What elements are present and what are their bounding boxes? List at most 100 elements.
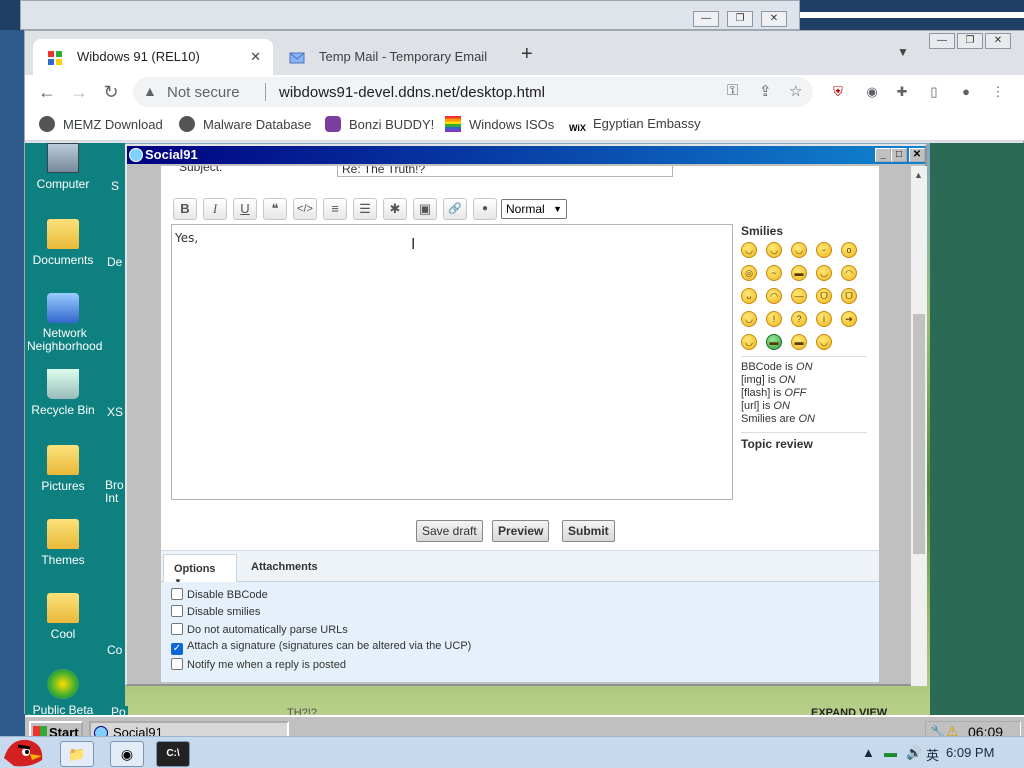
smiley-icon[interactable]: ~: [766, 265, 782, 281]
smiley-icon[interactable]: ᵕ: [816, 242, 832, 258]
volume-icon[interactable]: 🔊: [906, 745, 922, 761]
quote-button[interactable]: ❝: [263, 198, 287, 220]
maximize-icon[interactable]: □: [891, 148, 907, 162]
smiley-icon[interactable]: ᴗ: [741, 288, 757, 304]
close-icon[interactable]: ✕: [985, 33, 1011, 49]
no-parse-urls-checkbox[interactable]: Do not automatically parse URLs: [171, 623, 348, 636]
submit-button[interactable]: Submit: [562, 520, 615, 542]
tab-close-icon[interactable]: ✕: [250, 49, 261, 65]
numbered-list-button[interactable]: ☰: [353, 198, 377, 220]
ublock-shield-icon[interactable]: ⛨: [829, 83, 847, 101]
link-button[interactable]: 🔗: [443, 198, 467, 220]
desktop-icon-themes[interactable]: Themes: [25, 519, 101, 567]
desktop-icon-recycle-bin[interactable]: Recycle Bin: [25, 369, 101, 417]
list-item-button[interactable]: ✱: [383, 198, 407, 220]
close-icon[interactable]: ✕: [909, 148, 925, 162]
host-clock[interactable]: 6:09 PM: [946, 745, 994, 760]
smiley-icon[interactable]: ◡: [816, 334, 832, 350]
bookmark-star-icon[interactable]: ☆: [789, 82, 802, 100]
checkbox[interactable]: [171, 658, 183, 670]
chrome-icon[interactable]: ◉: [110, 741, 144, 767]
smiley-icon[interactable]: ?: [791, 311, 807, 327]
underline-button[interactable]: U: [233, 198, 257, 220]
bookmark-bonzi[interactable]: Bonzi BUDDY!: [325, 116, 434, 132]
maximize-icon[interactable]: ❐: [727, 11, 753, 27]
color-button[interactable]: ●: [473, 198, 497, 220]
checkbox[interactable]: [171, 588, 183, 600]
window-titlebar[interactable]: Social91 _ □ ✕: [127, 146, 925, 164]
battery-icon[interactable]: ▬: [884, 745, 897, 760]
smiley-icon[interactable]: ▬: [766, 334, 782, 350]
tab-search-chevron-icon[interactable]: ▼: [897, 45, 909, 59]
tab-wibdows91[interactable]: Wibdows 91 (REL10) ✕: [33, 39, 273, 75]
tab-temp-mail[interactable]: Temp Mail - Temporary Email: [275, 39, 507, 75]
desktop-icon-documents[interactable]: Documents: [25, 219, 101, 267]
smiley-icon[interactable]: ▬: [791, 265, 807, 281]
checkbox-checked[interactable]: ✓: [171, 643, 183, 655]
url-text[interactable]: wibdows91-devel.ddns.net/desktop.html: [279, 84, 545, 101]
attach-signature-checkbox[interactable]: ✓ Attach a signature (signatures can be a…: [171, 640, 471, 655]
file-explorer-icon[interactable]: 📁: [60, 741, 94, 767]
minimize-icon[interactable]: —: [693, 11, 719, 27]
code-button[interactable]: </>: [293, 198, 317, 220]
disable-bbcode-checkbox[interactable]: Disable BBCode: [171, 588, 268, 601]
smiley-icon[interactable]: ◡: [741, 242, 757, 258]
smiley-icon[interactable]: i: [816, 311, 832, 327]
smiley-icon[interactable]: ᗜ: [841, 288, 857, 304]
vertical-scrollbar[interactable]: ▲: [911, 166, 927, 686]
bold-button[interactable]: B: [173, 198, 197, 220]
warning-triangle-icon[interactable]: ▲: [143, 83, 157, 99]
list-button[interactable]: ≡: [323, 198, 347, 220]
new-tab-button[interactable]: +: [521, 43, 533, 66]
desktop-icon-cool[interactable]: Cool: [25, 593, 101, 641]
smiley-icon[interactable]: ◠: [766, 288, 782, 304]
smiley-icon[interactable]: ◡: [791, 242, 807, 258]
smiley-icon[interactable]: ◎: [741, 265, 757, 281]
share-icon[interactable]: ⇪: [759, 82, 772, 100]
tab-attachments[interactable]: Attachments: [251, 561, 318, 573]
smiley-icon[interactable]: !: [766, 311, 782, 327]
scrollbar-thumb[interactable]: [913, 314, 925, 554]
extension-flag-icon[interactable]: ◉: [863, 83, 881, 101]
show-hidden-icons-chevron-icon[interactable]: ▲: [862, 745, 875, 760]
kebab-menu-icon[interactable]: ⋮: [989, 83, 1007, 101]
bookmark-egyptian-embassy[interactable]: WiX Egyptian Embassy: [569, 116, 701, 139]
desktop-icon-network[interactable]: Network Neighborhood: [25, 293, 105, 353]
scroll-up-arrow-icon[interactable]: ▲: [914, 170, 923, 180]
smiley-icon[interactable]: ◠: [841, 265, 857, 281]
italic-button[interactable]: I: [203, 198, 227, 220]
topic-review-heading[interactable]: Topic review: [741, 437, 867, 451]
smiley-icon[interactable]: —: [791, 288, 807, 304]
address-bar[interactable]: ▲ Not secure wibdows91-devel.ddns.net/de…: [133, 77, 813, 107]
smiley-icon[interactable]: ◡: [741, 311, 757, 327]
notify-reply-checkbox[interactable]: Notify me when a reply is posted: [171, 658, 346, 671]
smiley-icon[interactable]: ◡: [766, 242, 782, 258]
message-textarea[interactable]: Yes,: [171, 224, 733, 500]
image-button[interactable]: ▣: [413, 198, 437, 220]
smiley-icon[interactable]: ◡: [816, 265, 832, 281]
bookmark-memz[interactable]: MEMZ Download: [39, 116, 163, 132]
smiley-icon[interactable]: ▬: [791, 334, 807, 350]
forward-arrow-icon[interactable]: →: [67, 81, 91, 103]
desktop-icon-computer[interactable]: Computer: [25, 143, 101, 191]
security-label[interactable]: Not secure: [167, 84, 240, 101]
desktop-icon-public-beta[interactable]: Public Beta: [25, 669, 101, 717]
save-draft-button[interactable]: Save draft: [416, 520, 483, 542]
font-size-select[interactable]: Normal ▼: [501, 199, 567, 219]
disable-smilies-checkbox[interactable]: Disable smilies: [171, 605, 260, 618]
minimize-icon[interactable]: —: [929, 33, 955, 49]
preview-button[interactable]: Preview: [492, 520, 550, 542]
key-icon[interactable]: ⚿: [727, 82, 738, 99]
reload-icon[interactable]: ↻: [99, 81, 123, 103]
minimize-icon[interactable]: _: [875, 148, 891, 162]
tab-options[interactable]: Options ▼: [163, 554, 237, 586]
checkbox[interactable]: [171, 623, 183, 635]
checkbox[interactable]: [171, 605, 183, 617]
angry-bird-icon[interactable]: [0, 728, 50, 768]
close-icon[interactable]: ✕: [761, 11, 787, 27]
bookmark-malware-db[interactable]: Malware Database: [179, 116, 311, 132]
maximize-icon[interactable]: ❐: [957, 33, 983, 49]
side-panel-icon[interactable]: ▯: [925, 83, 943, 101]
desktop-icon-pictures[interactable]: Pictures: [25, 445, 101, 493]
back-arrow-icon[interactable]: ←: [35, 81, 59, 103]
